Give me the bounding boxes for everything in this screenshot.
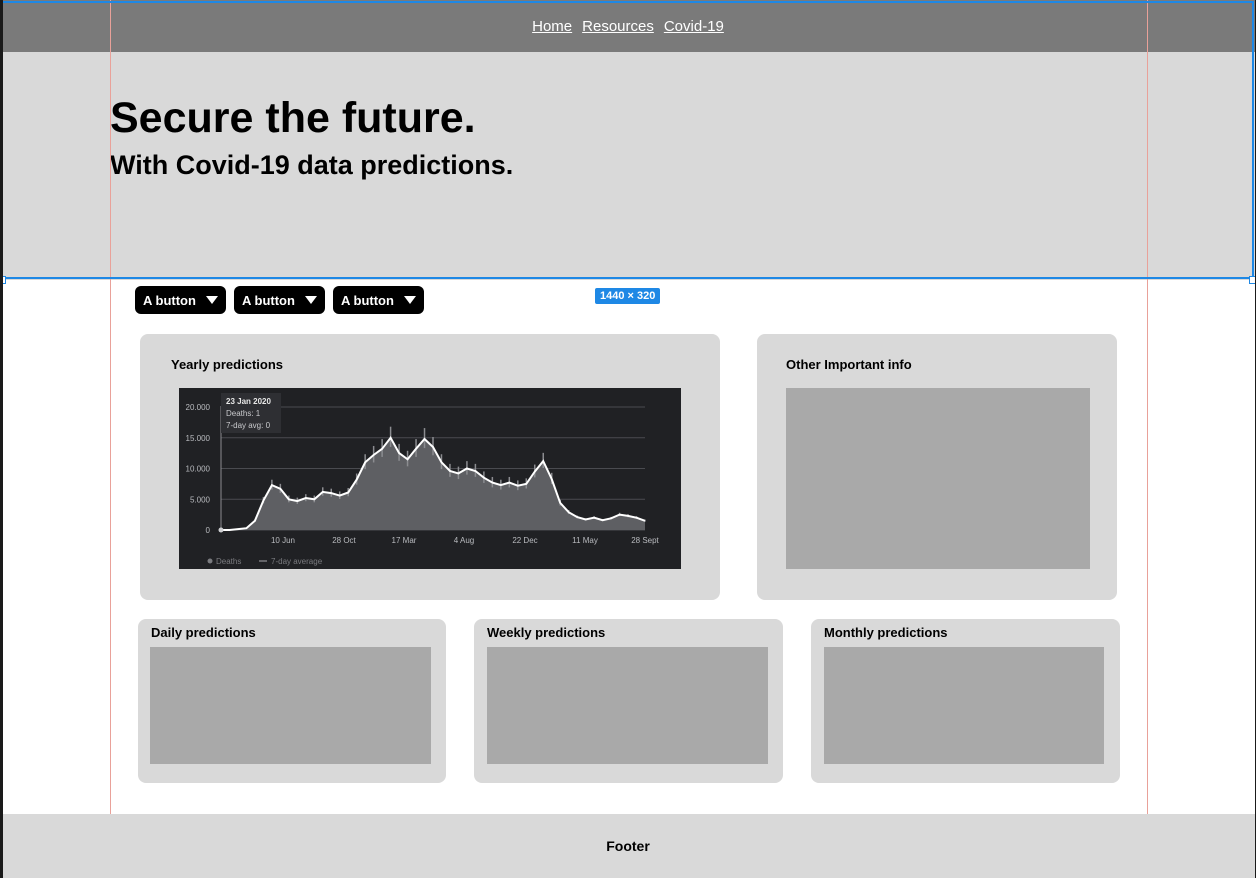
daily-predictions-title: Daily predictions <box>151 625 256 640</box>
chart-x-tick-label: 28 Sept <box>631 536 659 545</box>
chart-x-tick-label: 17 Mar <box>392 536 417 545</box>
hero-subtitle: With Covid-19 data predictions. <box>110 150 514 180</box>
chart-x-tick-label: 28 Oct <box>332 536 356 545</box>
button-label: A button <box>242 292 295 308</box>
nav-link-resources[interactable]: Resources <box>582 18 654 35</box>
daily-predictions-placeholder <box>150 647 431 764</box>
monthly-predictions-title: Monthly predictions <box>824 625 948 640</box>
dropdown-button-2[interactable]: A button <box>234 286 325 314</box>
hero-section: Secure the future. With Covid-19 data pr… <box>0 52 1256 280</box>
tooltip-date: 23 Jan 2020 <box>226 397 271 406</box>
caret-down-icon <box>205 296 218 304</box>
button-label: A button <box>341 292 394 308</box>
chart-y-tick-label: 10.000 <box>186 465 211 474</box>
legend-deaths-label: Deaths <box>216 557 241 566</box>
chart-x-tick-label: 4 Aug <box>454 536 474 545</box>
hero-title: Secure the future. <box>110 94 476 142</box>
chart-y-tick-label: 0 <box>206 526 211 535</box>
resize-handle-bottom-left[interactable] <box>0 276 6 284</box>
weekly-predictions-title: Weekly predictions <box>487 625 606 640</box>
yearly-chart: 20.000 15.000 10.000 5.000 0 10 Jun 28 Oct 17 M… <box>179 388 681 569</box>
caret-down-icon <box>304 296 317 304</box>
tooltip-point <box>218 527 224 533</box>
top-nav: Home Resources Covid-19 <box>0 0 1256 52</box>
other-info-title: Other Important info <box>786 357 912 372</box>
resize-handle-bottom-right[interactable] <box>1249 276 1256 284</box>
chart-y-tick-label: 20.000 <box>186 403 211 412</box>
other-info-placeholder <box>786 388 1090 569</box>
caret-down-icon <box>403 296 416 304</box>
tooltip-average: 7-day avg: 0 <box>226 421 271 430</box>
yearly-predictions-title: Yearly predictions <box>171 357 283 372</box>
button-label: A button <box>143 292 196 308</box>
legend-average-label: 7-day average <box>271 557 323 566</box>
chart-x-tick-label: 22 Dec <box>512 536 537 545</box>
footer-label: Footer <box>606 838 650 854</box>
monthly-predictions-placeholder <box>824 647 1104 764</box>
dropdown-button-3[interactable]: A button <box>333 286 424 314</box>
nav-link-covid-19[interactable]: Covid-19 <box>664 18 724 35</box>
chart-x-tick-label: 10 Jun <box>271 536 295 545</box>
footer: Footer <box>0 814 1256 878</box>
tooltip-deaths: Deaths: 1 <box>226 409 261 418</box>
chart-x-tick-label: 11 May <box>572 536 598 545</box>
chart-y-tick-label: 15.000 <box>186 434 211 443</box>
frame-size-badge: 1440 × 320 <box>595 288 661 304</box>
chart-y-tick-label: 5.000 <box>190 495 211 504</box>
nav-link-home[interactable]: Home <box>532 18 572 35</box>
dropdown-button-1[interactable]: A button <box>135 286 226 314</box>
chart-svg: 20.000 15.000 10.000 5.000 0 10 Jun 28 Oct 17 M… <box>186 393 660 566</box>
legend-deaths-swatch <box>207 558 213 564</box>
weekly-predictions-placeholder <box>487 647 768 764</box>
